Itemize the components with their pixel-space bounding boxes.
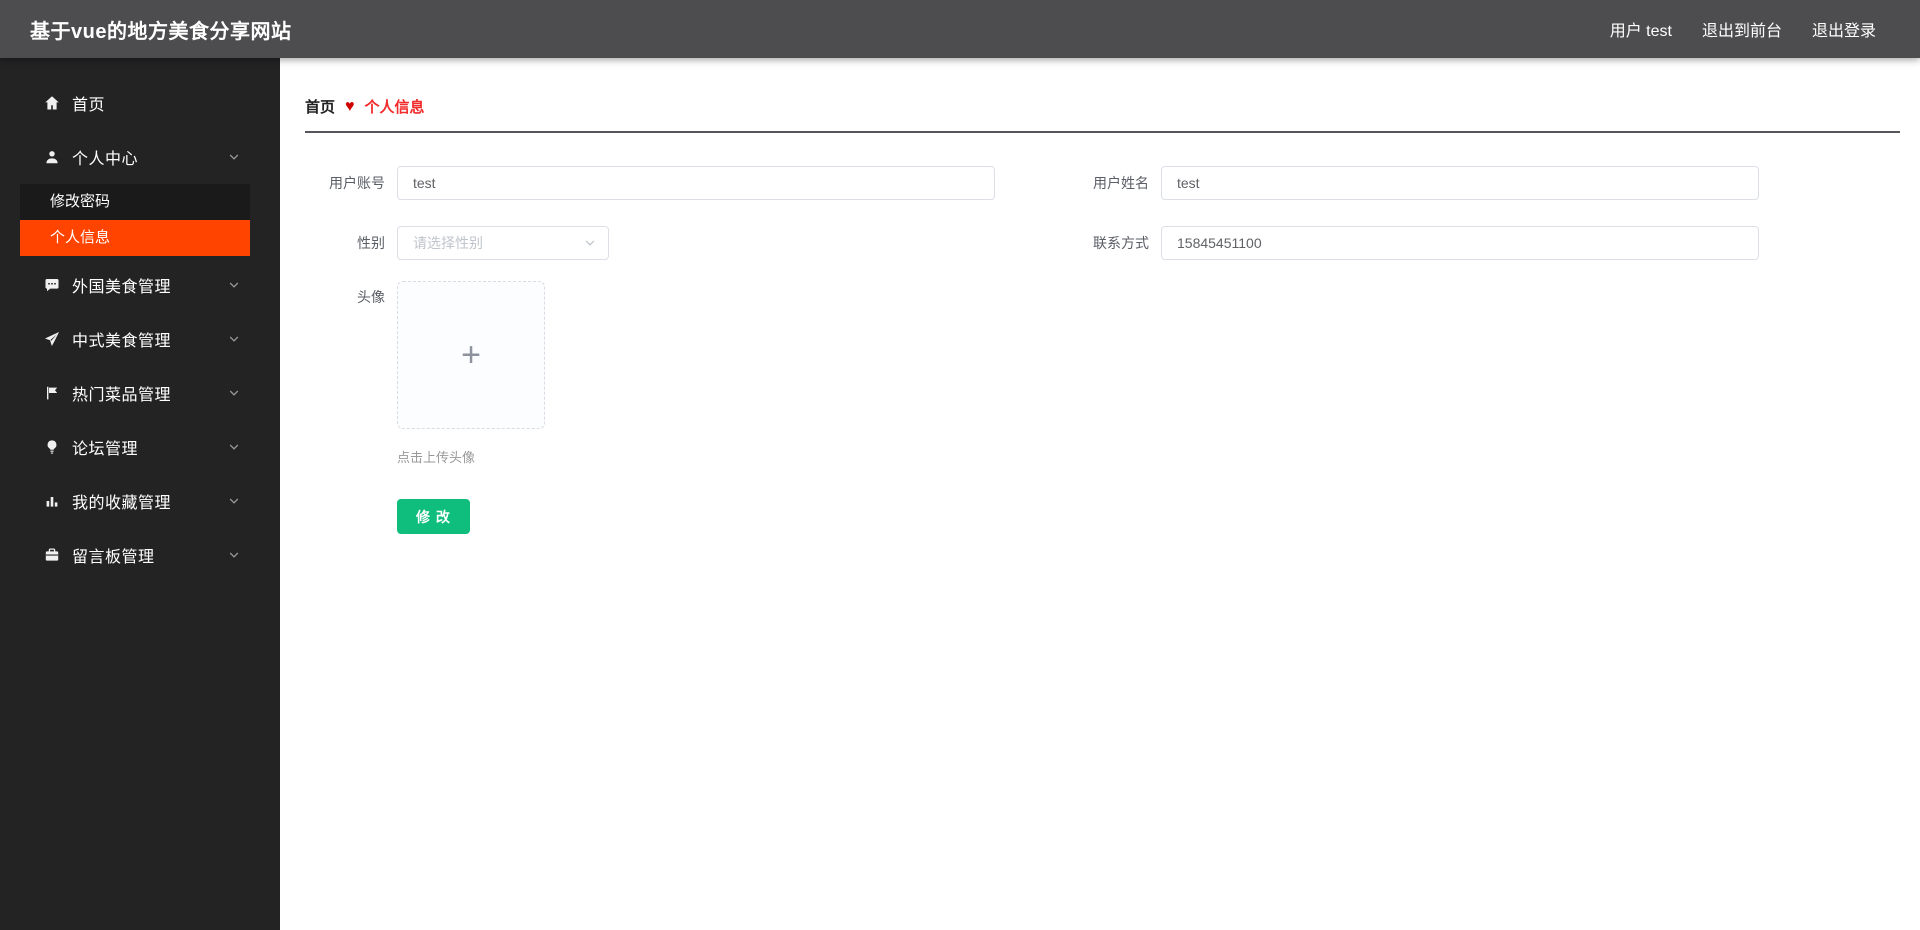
gender-select-placeholder: 请选择性别	[413, 235, 483, 251]
sidebar: 首页 个人中心 修改密码 个人信息 外国美食管理 中式美食管理 热门菜品管理 论…	[0, 58, 280, 930]
sidebar-item-label: 中式美食管理	[72, 333, 172, 350]
sidebar-item-label: 热门菜品管理	[72, 387, 172, 404]
main-content: 首页 ♥ 个人信息 用户账号 用户姓名 性别 请选择性别	[280, 0, 1920, 534]
phone-input[interactable]	[1161, 226, 1759, 260]
sidebar-item-label: 论坛管理	[72, 441, 139, 458]
sidebar-subitem-personal-info[interactable]: 个人信息	[20, 220, 250, 256]
app-window: 基于vue的地方美食分享网站 用户 test 退出到前台 退出登录 首页 个人中…	[0, 0, 1920, 930]
app-title: 基于vue的地方美食分享网站	[30, 20, 292, 43]
briefcase-icon	[44, 547, 60, 563]
modify-button[interactable]: 修 改	[397, 499, 470, 534]
sidebar-item-forum[interactable]: 论坛管理	[0, 420, 280, 474]
breadcrumb: 首页 ♥ 个人信息	[305, 96, 1900, 117]
topbar-actions: 用户 test 退出到前台 退出登录	[1610, 17, 1920, 41]
sidebar-item-label: 个人中心	[72, 151, 139, 168]
avatar-upload-tip: 点击上传头像	[397, 450, 476, 465]
breadcrumb-divider	[305, 131, 1900, 133]
sidebar-item-label: 留言板管理	[72, 549, 155, 566]
avatar-upload-box[interactable]: +	[397, 281, 545, 429]
sidebar-item-my-favorites[interactable]: 我的收藏管理	[0, 474, 280, 528]
sidebar-item-label: 首页	[72, 97, 106, 114]
phone-label: 联系方式	[1093, 235, 1149, 251]
chevron-down-icon	[228, 151, 240, 163]
chat-icon	[44, 277, 60, 293]
name-label: 用户姓名	[1093, 175, 1149, 191]
sidebar-item-message-board[interactable]: 留言板管理	[0, 528, 280, 582]
sidebar-item-hot-dishes[interactable]: 热门菜品管理	[0, 366, 280, 420]
sidebar-item-label: 我的收藏管理	[72, 495, 172, 512]
name-input[interactable]	[1161, 166, 1759, 200]
account-input[interactable]	[397, 166, 995, 200]
chevron-down-icon	[228, 549, 240, 561]
gender-select[interactable]: 请选择性别	[397, 226, 609, 260]
bulb-icon	[44, 439, 60, 455]
breadcrumb-current: 个人信息	[364, 99, 425, 116]
breadcrumb-home[interactable]: 首页	[305, 96, 335, 117]
logout-link[interactable]: 退出登录	[1812, 17, 1876, 41]
sidebar-item-personal-center[interactable]: 个人中心	[0, 130, 280, 184]
avatar-row: 头像 + 点击上传头像 修 改	[305, 281, 1900, 534]
bar-chart-icon	[44, 493, 60, 509]
account-label: 用户账号	[329, 175, 385, 191]
chevron-down-icon	[228, 279, 240, 291]
sidebar-subitem-change-password[interactable]: 修改密码	[20, 184, 250, 220]
chevron-down-icon	[228, 441, 240, 453]
avatar-label: 头像	[357, 289, 385, 305]
sidebar-item-home[interactable]: 首页	[0, 76, 280, 130]
chevron-down-icon	[228, 495, 240, 507]
topbar: 基于vue的地方美食分享网站 用户 test 退出到前台 退出登录	[0, 0, 1920, 58]
home-icon	[44, 95, 60, 111]
heart-icon: ♥	[345, 97, 355, 115]
topbar-user-label[interactable]: 用户 test	[1610, 17, 1672, 41]
sidebar-item-label: 外国美食管理	[72, 279, 172, 296]
plus-icon: +	[461, 336, 481, 374]
user-icon	[44, 149, 60, 165]
chevron-down-icon	[584, 237, 596, 249]
sidebar-item-foreign-food[interactable]: 外国美食管理	[0, 258, 280, 312]
exit-to-front-link[interactable]: 退出到前台	[1702, 17, 1782, 41]
chevron-down-icon	[228, 387, 240, 399]
gender-label: 性别	[357, 235, 385, 251]
sidebar-item-chinese-food[interactable]: 中式美食管理	[0, 312, 280, 366]
flag-icon	[44, 385, 60, 401]
send-icon	[44, 331, 60, 347]
personal-info-form: 用户账号 用户姓名 性别 请选择性别 联系方式	[305, 166, 1900, 534]
personal-center-submenu: 修改密码 个人信息	[20, 184, 250, 256]
chevron-down-icon	[228, 333, 240, 345]
